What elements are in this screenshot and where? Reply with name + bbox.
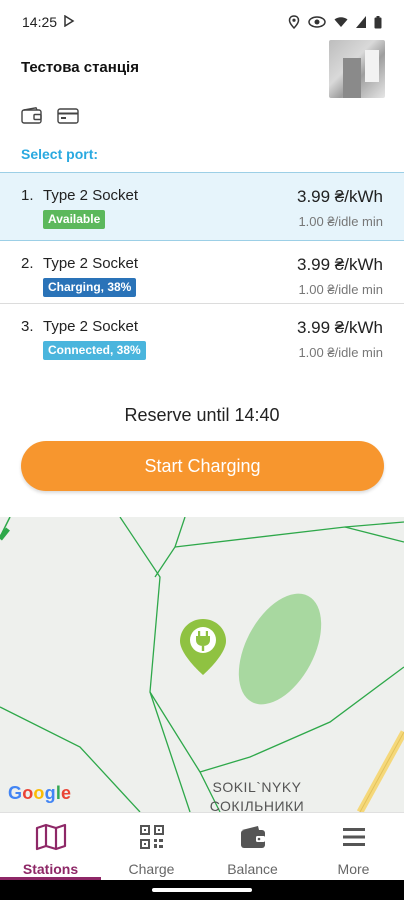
start-charging-button[interactable]: Start Charging [21,441,384,491]
port-number: 3. [21,318,34,335]
nav-label: Stations [22,861,79,877]
map-icon [35,823,67,856]
play-store-icon [63,14,75,30]
port-item-2[interactable]: 2. Type 2 Socket Charging, 38% 3.99 ₴/kW… [0,241,404,304]
qr-code-icon [139,823,165,856]
nav-more[interactable]: More [303,813,404,880]
status-badge: Available [43,210,106,229]
reserve-until-text: Reserve until 14:40 [124,405,280,425]
home-gesture-handle[interactable] [152,888,252,892]
select-port-label: Select port: [21,146,99,162]
status-time: 14:25 [22,14,58,30]
nav-label: Charge [128,861,175,877]
nav-label: More [337,861,370,877]
signal-icon [356,16,366,28]
port-number: 1. [21,187,34,204]
status-bar: 14:25 [0,0,404,44]
menu-icon [340,823,368,856]
credit-card-icon [57,107,79,130]
station-photo[interactable] [329,40,385,98]
port-item-3[interactable]: 3. Type 2 Socket Connected, 38% 3.99 ₴/k… [0,304,404,367]
payment-methods [21,107,79,130]
port-idle-fee: 1.00 ₴/idle min [298,214,383,229]
map-district-label-cyrillic: СОКІЛЬНИКИ [209,798,305,812]
location-icon [288,15,300,29]
port-price: 3.99 ₴/kWh [297,318,383,337]
port-price: 3.99 ₴/kWh [297,255,383,274]
port-list: 1. Type 2 Socket Available 3.99 ₴/kWh 1.… [0,172,404,367]
port-number: 2. [21,255,34,272]
battery-icon [374,15,382,29]
station-name: Тестова станція [21,59,139,76]
nav-label: Balance [227,861,278,877]
status-badge: Connected, 38% [43,341,146,360]
charging-station-marker-icon [180,619,226,675]
nav-stations[interactable]: Stations [0,813,101,880]
port-type: Type 2 Socket [43,187,139,204]
eye-icon [308,16,326,28]
port-type: Type 2 Socket [43,255,139,272]
map-view[interactable]: Google SOKIL`NYKY СОКІЛЬНИКИ [0,517,404,812]
wallet-icon [239,823,267,856]
nav-charge[interactable]: Charge [101,813,202,880]
nav-balance[interactable]: Balance [202,813,303,880]
port-idle-fee: 1.00 ₴/idle min [298,345,383,360]
wifi-icon [334,16,348,28]
system-navigation-bar [0,880,404,900]
wallet-icon [21,107,43,130]
port-item-1[interactable]: 1. Type 2 Socket Available 3.99 ₴/kWh 1.… [0,172,404,241]
map-district-label-latin: SOKIL`NYKY [212,779,302,795]
bottom-navigation: Stations Charge Balance More [0,812,404,880]
port-type: Type 2 Socket [43,318,139,335]
status-badge: Charging, 38% [43,278,137,297]
port-idle-fee: 1.00 ₴/idle min [298,282,383,297]
port-price: 3.99 ₴/kWh [297,187,383,206]
map-roads [0,517,404,812]
